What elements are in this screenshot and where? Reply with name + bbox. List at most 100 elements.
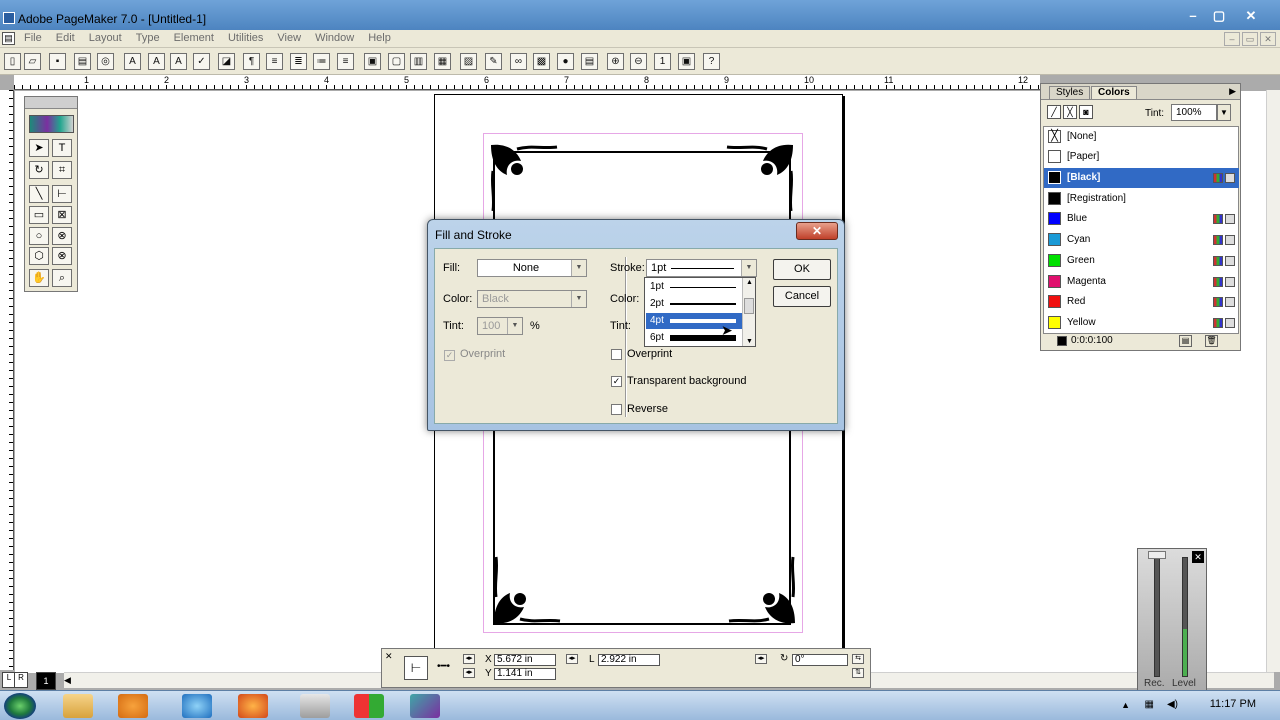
color-item-registration[interactable]: [Registration] [1044,189,1239,209]
close-window-button[interactable]: ✕ [1238,8,1264,26]
ellipse-tool-icon[interactable]: ○ [29,227,49,245]
rectangle-tool-icon[interactable]: ▭ [29,206,49,224]
menu-file[interactable]: File [24,32,50,44]
ellipse-frame-tool-icon[interactable]: ⊗ [52,227,72,245]
line-tool-icon[interactable]: ╲ [29,185,49,203]
page-1-icon[interactable]: 1 [36,672,56,690]
vertical-scrollbar[interactable] [1266,90,1280,672]
volume-icon[interactable]: ◀) [1167,699,1178,710]
nudge-rotation-icon[interactable]: ◂▸ [755,654,767,664]
rec-volume-slider[interactable] [1154,557,1160,677]
floral-corner-top-left[interactable] [487,141,559,213]
network-icon[interactable]: ▦ [1145,699,1154,710]
floral-corner-top-right[interactable] [725,141,797,213]
doc-minimize-button[interactable]: – [1224,32,1240,46]
menu-view[interactable]: View [277,32,309,44]
line-proxy-icon[interactable]: ⊢ [404,656,428,680]
polygon-tool-icon[interactable]: ⬡ [29,247,49,265]
story-editor-icon[interactable]: ◪ [218,53,235,70]
rotate-tool-icon[interactable]: ↻ [29,161,49,179]
polygon-frame-tool-icon[interactable]: ⊗ [52,247,72,265]
pdf-icon[interactable]: ▤ [581,53,598,70]
cancel-button[interactable]: Cancel [773,286,831,307]
globe-icon[interactable]: ● [557,53,574,70]
document-icon[interactable]: ▤ [2,32,15,45]
flip-vertical-icon[interactable]: ⇅ [852,668,864,678]
crop-tool-icon[interactable]: ⌗ [52,161,72,179]
stroke-select[interactable]: 1pt ▼ [646,259,757,277]
menu-layout[interactable]: Layout [89,32,130,44]
menu-element[interactable]: Element [174,32,222,44]
nudge-length-icon[interactable]: ◂▸ [566,654,578,664]
color-item-red[interactable]: Red [1044,292,1239,312]
styles-icon[interactable]: ≡ [337,53,354,70]
spell-check-icon[interactable]: ✓ [193,53,210,70]
image-icon[interactable]: ▩ [533,53,550,70]
menu-help[interactable]: Help [368,32,399,44]
start-button[interactable] [4,693,36,719]
menu-window[interactable]: Window [315,32,362,44]
page-icon[interactable]: ▢ [388,53,405,70]
scroll-down-icon[interactable]: ▼ [746,338,753,345]
both-icon[interactable]: ◙ [1079,105,1093,119]
new-document-icon[interactable]: ▯ [4,53,21,70]
scroll-up-icon[interactable]: ▲ [746,279,753,286]
palette-menu-icon[interactable]: ▶ [1229,86,1236,97]
rectangle-frame-tool-icon[interactable]: ⊠ [52,206,72,224]
text-wrap-icon[interactable]: ▥ [410,53,427,70]
fill-tint-select[interactable]: 100 ▼ [477,317,523,335]
menu-utilities[interactable]: Utilities [228,32,271,44]
fit-window-icon[interactable]: ▣ [678,53,695,70]
color-item-green[interactable]: Green [1044,251,1239,271]
actual-size-icon[interactable]: 1 [654,53,671,70]
ok-button[interactable]: OK [773,259,831,280]
firefox-taskbar-icon[interactable] [238,694,268,718]
toolbox-titlebar[interactable] [25,97,77,109]
fill-overprint-checkbox[interactable]: ✓ [444,350,455,361]
stroke-option-2pt[interactable]: 2pt [646,296,742,312]
rec-slider-thumb[interactable] [1148,551,1166,559]
save-icon[interactable]: ▪ [49,53,66,70]
indents-icon[interactable]: ≡ [266,53,283,70]
flip-horizontal-icon[interactable]: ⇆ [852,654,864,664]
color-item-none[interactable]: ╳ [None] [1044,127,1239,147]
tab-colors[interactable]: Colors [1091,86,1137,99]
stroke-option-1pt[interactable]: 1pt [646,279,742,295]
close-palette-icon[interactable]: ✕ [385,651,393,662]
numbering-icon[interactable]: ≔ [313,53,330,70]
length-field[interactable]: 2.922 in [598,654,660,666]
media-player-taskbar-icon[interactable] [118,694,148,718]
color-item-black[interactable]: [Black] [1044,168,1239,188]
help-icon[interactable]: ? [703,53,720,70]
show-hidden-icons-icon[interactable]: ▲ [1121,700,1130,710]
office-taskbar-icon[interactable] [354,694,384,718]
print-icon[interactable]: ▤ [74,53,91,70]
bullets-icon[interactable]: ≣ [290,53,307,70]
minimize-button[interactable]: – [1180,8,1206,26]
color-item-yellow[interactable]: Yellow [1044,313,1239,333]
link-icon[interactable]: ∞ [510,53,527,70]
new-color-icon[interactable]: ▤ [1179,335,1192,347]
nudge-x-icon[interactable]: ◂▸ [463,654,475,664]
internet-explorer-taskbar-icon[interactable] [182,694,212,718]
trash-icon[interactable]: 🗑 [1205,335,1218,347]
menu-edit[interactable]: Edit [56,32,83,44]
taskbar-clock[interactable]: 11:17 PM [1210,698,1256,710]
explorer-taskbar-icon[interactable] [63,694,93,718]
fill-select[interactable]: None ▼ [477,259,587,277]
maximize-button[interactable]: ▢ [1206,8,1232,26]
rotation-field[interactable]: 0° [792,654,848,666]
copy-icon[interactable]: ▣ [364,53,381,70]
menu-type[interactable]: Type [136,32,168,44]
dialog-close-button[interactable]: ✕ [796,222,838,240]
font-size-down-icon[interactable]: A [170,53,187,70]
group-icon[interactable]: ▦ [434,53,451,70]
dropdown-scrollbar[interactable]: ▲ ▼ [742,278,755,346]
tint-field[interactable]: 100% [1171,104,1217,121]
fill-color-select[interactable]: Black ▼ [477,290,587,308]
fill-icon[interactable]: ╳ [1063,105,1077,119]
stroke-overprint-checkbox[interactable] [611,349,622,360]
zoom-tool-icon[interactable]: ⌕ [52,269,72,287]
place-icon[interactable]: ✎ [485,53,502,70]
constrained-line-tool-icon[interactable]: ⊢ [52,185,72,203]
